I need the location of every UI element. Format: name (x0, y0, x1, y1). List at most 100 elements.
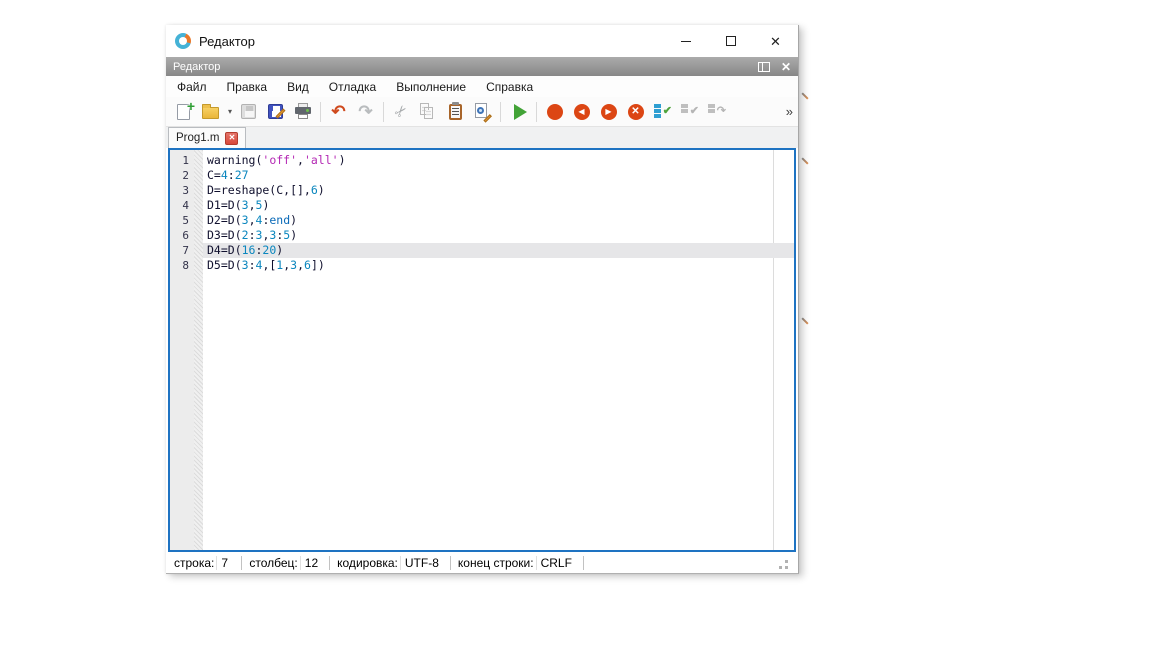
redo-icon: ↷ (358, 103, 372, 120)
tab-close-icon[interactable]: ✕ (225, 132, 238, 145)
paste-button[interactable] (442, 99, 469, 125)
menu-run[interactable]: Выполнение (386, 76, 476, 97)
minimize-button[interactable] (663, 25, 708, 57)
editor-window: Редактор ✕ Редактор ✕ Файл Правка Вид От… (166, 25, 799, 574)
save-icon (241, 104, 256, 119)
undock-icon[interactable] (758, 62, 770, 72)
toolbar-overflow-chevron[interactable]: » (786, 104, 793, 119)
step-in-button[interactable]: ✔ (676, 99, 703, 125)
code-lines: warning('off','all')C=4:27D=reshape(C,[]… (203, 153, 794, 273)
dock-icons: ✕ (758, 61, 791, 73)
status-line-label: строка: (174, 556, 216, 570)
code-area[interactable]: warning('off','all')C=4:27D=reshape(C,[]… (203, 150, 794, 550)
menu-bar: Файл Правка Вид Отладка Выполнение Справ… (166, 76, 798, 97)
resize-grip[interactable] (779, 560, 788, 569)
status-separator (583, 556, 584, 570)
paste-icon (449, 104, 462, 120)
code-line[interactable]: D=reshape(C,[],6) (203, 183, 794, 198)
next-breakpoint-button[interactable]: ▶ (595, 99, 622, 125)
step-icon: ✔ (653, 104, 672, 120)
status-eol-value: CRLF (536, 556, 576, 570)
new-file-icon: + (177, 104, 190, 120)
status-separator (241, 556, 242, 570)
breakpoint-margin[interactable] (194, 150, 203, 550)
status-column-label: столбец: (249, 556, 299, 570)
redo-button[interactable]: ↷ (352, 99, 379, 125)
open-file-dropdown[interactable]: ▾ (224, 99, 235, 125)
window-controls: ✕ (663, 25, 798, 57)
undo-button[interactable]: ↶ (325, 99, 352, 125)
window-titlebar[interactable]: Редактор ✕ (166, 25, 798, 57)
status-eol-label: конец строки: (458, 556, 536, 570)
desktop-background: Редактор ✕ Редактор ✕ Файл Правка Вид От… (0, 0, 1152, 648)
window-title: Редактор (199, 34, 255, 49)
cut-button[interactable]: ✂ (388, 99, 415, 125)
app-logo-icon (175, 33, 191, 49)
step-out-button[interactable]: ↷ (703, 99, 730, 125)
menu-debug[interactable]: Отладка (319, 76, 386, 97)
save-button[interactable] (235, 99, 262, 125)
close-button[interactable]: ✕ (753, 25, 798, 57)
line-number[interactable]: 8 (170, 258, 194, 273)
menu-help[interactable]: Справка (476, 76, 543, 97)
copy-icon (420, 103, 437, 120)
line-number-gutter[interactable]: 12345678 (170, 150, 194, 550)
previous-breakpoint-button[interactable]: ◀ (568, 99, 595, 125)
undo-icon: ↶ (331, 103, 345, 120)
status-column-value: 12 (300, 556, 322, 570)
code-line[interactable]: warning('off','all') (203, 153, 794, 168)
step-in-icon: ✔ (680, 104, 699, 120)
status-line-value: 7 (216, 556, 234, 570)
toolbar-separator (320, 102, 321, 122)
remove-breakpoints-icon: ✕ (628, 104, 644, 120)
close-icon: ✕ (770, 35, 781, 48)
line-number[interactable]: 1 (170, 153, 194, 168)
remove-all-breakpoints-button[interactable]: ✕ (622, 99, 649, 125)
run-button[interactable] (505, 99, 532, 125)
new-file-button[interactable]: + (170, 99, 197, 125)
find-replace-icon (475, 103, 490, 120)
line-number[interactable]: 5 (170, 213, 194, 228)
toggle-breakpoint-button[interactable] (541, 99, 568, 125)
code-line[interactable]: D1=D(3,5) (203, 198, 794, 213)
code-editor[interactable]: 12345678 warning('off','all')C=4:27D=res… (168, 148, 796, 552)
code-line[interactable]: D5=D(3:4,[1,3,6]) (203, 258, 794, 273)
status-bar: строка: 7 столбец: 12 кодировка: UTF-8 к… (166, 552, 798, 573)
status-encoding-value: UTF-8 (400, 556, 443, 570)
dock-titlebar[interactable]: Редактор ✕ (166, 57, 798, 76)
code-line[interactable]: C=4:27 (203, 168, 794, 183)
line-number[interactable]: 2 (170, 168, 194, 183)
line-number[interactable]: 7 (170, 243, 194, 258)
status-separator (450, 556, 451, 570)
dock-close-icon[interactable]: ✕ (781, 61, 791, 73)
maximize-button[interactable] (708, 25, 753, 57)
status-column: столбец: 12 (249, 556, 322, 570)
line-number[interactable]: 6 (170, 228, 194, 243)
tab-prog1m[interactable]: Prog1.m ✕ (168, 127, 246, 148)
minimize-icon (681, 41, 691, 42)
code-line[interactable]: D2=D(3,4:end) (203, 213, 794, 228)
status-separator (329, 556, 330, 570)
window-edge-mark (801, 157, 808, 164)
menu-edit[interactable]: Правка (217, 76, 278, 97)
save-as-button[interactable] (262, 99, 289, 125)
toolbar-separator (500, 102, 501, 122)
menu-view[interactable]: Вид (277, 76, 319, 97)
line-number[interactable]: 4 (170, 198, 194, 213)
status-line: строка: 7 (174, 556, 234, 570)
open-file-button[interactable] (197, 99, 224, 125)
print-button[interactable] (289, 99, 316, 125)
line-number[interactable]: 3 (170, 183, 194, 198)
run-icon (514, 104, 527, 120)
step-button[interactable]: ✔ (649, 99, 676, 125)
window-edge-mark (801, 92, 808, 99)
toolbar-separator (383, 102, 384, 122)
maximize-icon (726, 36, 736, 46)
copy-button[interactable] (415, 99, 442, 125)
tab-bar: Prog1.m ✕ (166, 127, 798, 148)
code-line[interactable]: D3=D(2:3,3:5) (203, 228, 794, 243)
menu-file[interactable]: Файл (167, 76, 217, 97)
find-replace-button[interactable] (469, 99, 496, 125)
toolbar: + ▾ ↶ ↷ ✂ (166, 97, 798, 127)
code-line[interactable]: D4=D(16:20) (203, 243, 794, 258)
